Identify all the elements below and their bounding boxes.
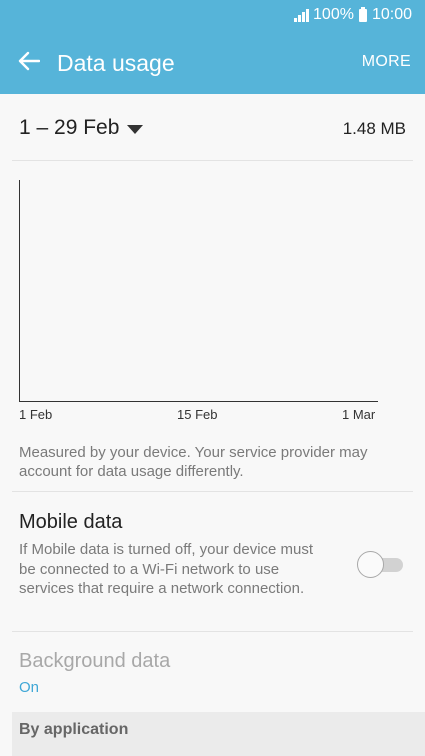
dropdown-arrow-icon bbox=[127, 124, 144, 134]
battery-icon bbox=[358, 6, 367, 22]
battery-percent: 100% bbox=[313, 6, 354, 23]
period-dropdown[interactable]: 1 – 29 Feb bbox=[19, 116, 144, 140]
toggle-thumb bbox=[357, 551, 384, 578]
period-row: 1 – 29 Feb 1.48 MB bbox=[0, 94, 425, 160]
measurement-note: Measured by your device. Your service pr… bbox=[19, 444, 368, 480]
x-tick-label: 15 Feb bbox=[177, 407, 218, 422]
status-indicators: 100% 10:00 bbox=[293, 6, 412, 24]
background-data-title: Background data bbox=[19, 650, 171, 672]
section-header-label: By application bbox=[19, 721, 129, 738]
background-data-value: On bbox=[19, 679, 40, 696]
background-data-row[interactable]: Background data On bbox=[0, 632, 425, 712]
back-button[interactable] bbox=[12, 44, 46, 78]
page-title: Data usage bbox=[57, 50, 175, 76]
total-usage: 1.48 MB bbox=[342, 119, 406, 138]
more-button[interactable]: MORE bbox=[362, 53, 411, 71]
x-tick-label: 1 Feb bbox=[19, 407, 53, 422]
mobile-data-title: Mobile data bbox=[19, 511, 123, 533]
app-bar: Data usage MORE bbox=[0, 30, 425, 94]
clock: 10:00 bbox=[371, 6, 412, 23]
divider bbox=[12, 491, 413, 492]
signal-icon bbox=[293, 8, 310, 22]
status-bar: 100% 10:00 bbox=[0, 0, 425, 30]
mobile-data-description: If Mobile data is turned off, your devic… bbox=[19, 541, 314, 597]
chart-svg bbox=[19, 180, 378, 402]
divider bbox=[12, 160, 413, 161]
period-label: 1 – 29 Feb bbox=[19, 116, 120, 139]
section-header-by-application: By application bbox=[12, 712, 425, 756]
mobile-data-toggle[interactable] bbox=[357, 551, 403, 578]
x-tick-label: 1 Mar bbox=[342, 407, 376, 422]
usage-chart: 1 Feb 15 Feb 1 Mar bbox=[0, 170, 425, 430]
back-arrow-icon bbox=[18, 51, 40, 71]
mobile-data-row[interactable]: Mobile data If Mobile data is turned off… bbox=[0, 493, 425, 631]
